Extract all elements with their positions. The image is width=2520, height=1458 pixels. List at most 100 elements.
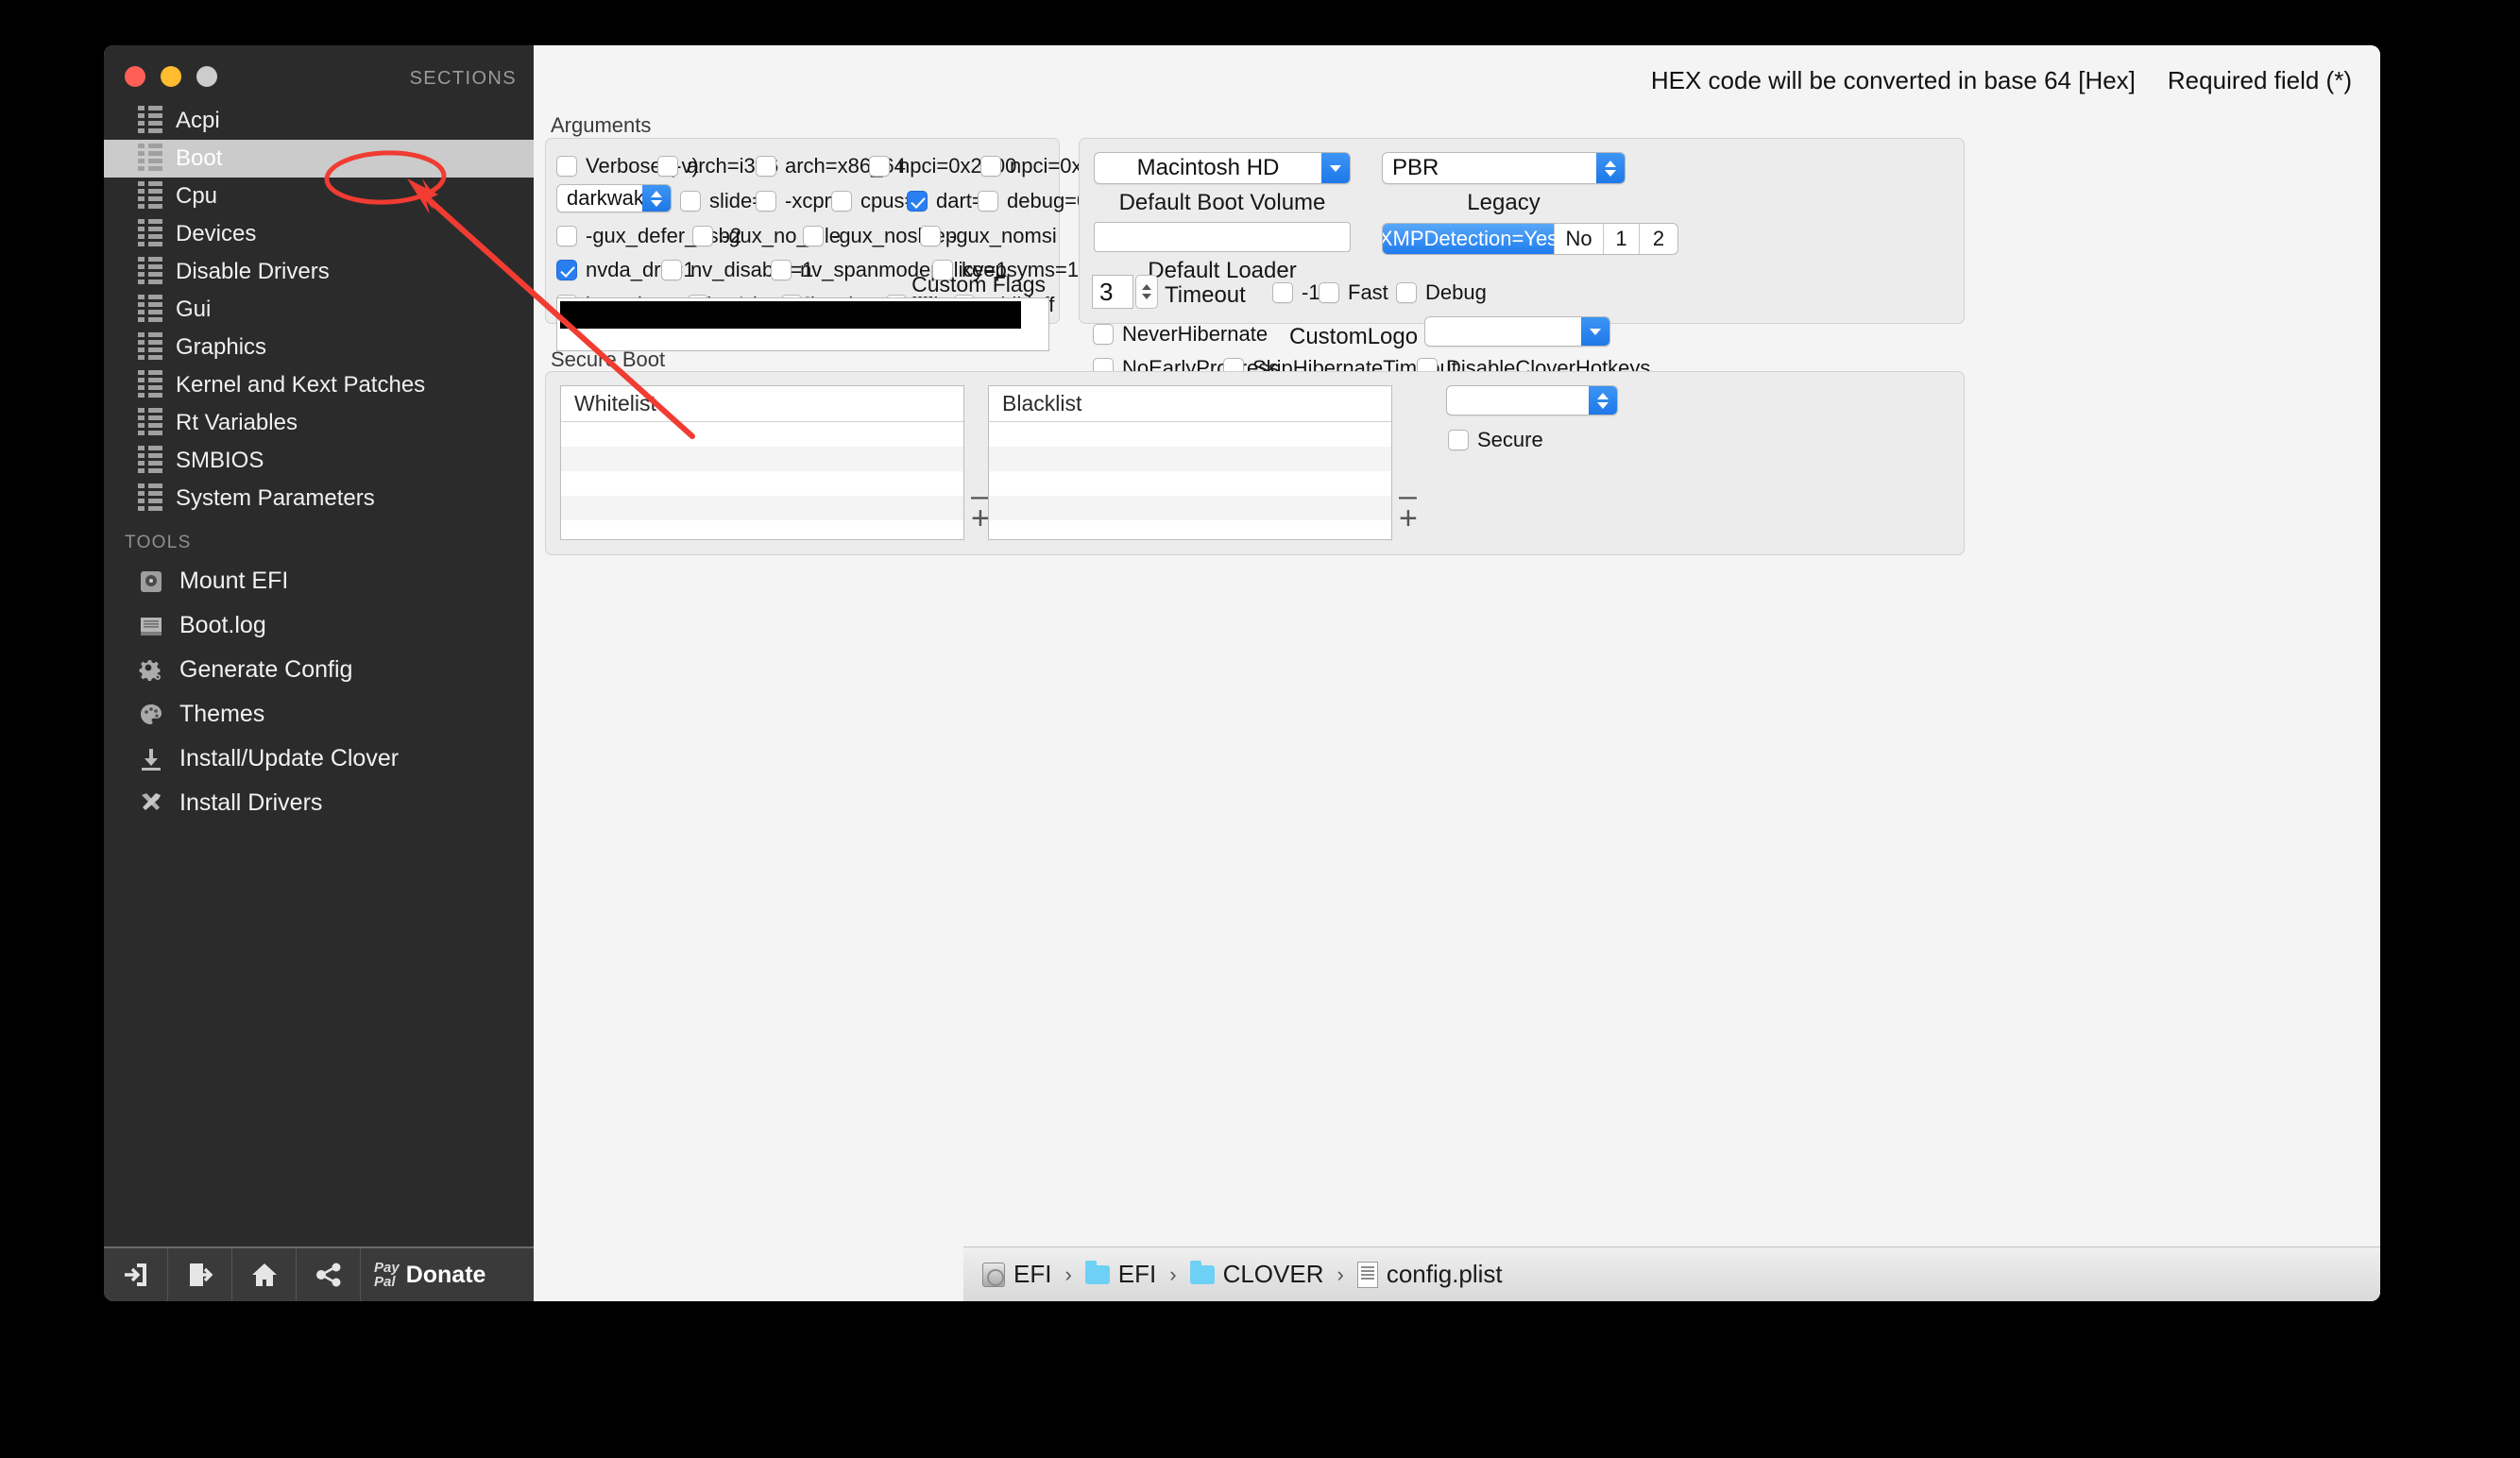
export-icon[interactable] — [168, 1247, 232, 1301]
sidebar-item-graphics[interactable]: Graphics — [104, 329, 534, 366]
sidebar-item-smbios[interactable]: SMBIOS — [104, 442, 534, 480]
custom-logo-select[interactable] — [1424, 316, 1610, 347]
default-loader-input[interactable] — [1094, 222, 1351, 252]
list-icon — [138, 257, 176, 287]
whitelist-header: Whitelist — [561, 386, 963, 422]
xmp-segment-1[interactable]: 1 — [1604, 224, 1640, 254]
sidebar-item-label: Devices — [176, 221, 257, 246]
sidebar-item-cpu[interactable]: Cpu — [104, 178, 534, 215]
custom-flags-input[interactable] — [556, 297, 1049, 351]
checkbox-box — [657, 156, 678, 177]
checkbox-box — [756, 156, 776, 177]
checkbox-box — [771, 260, 792, 280]
checkbox-box — [831, 191, 852, 212]
custom-flags-redaction — [560, 301, 1021, 329]
sidebar: SECTIONS Acpi Boot Cpu Devices Disable Drive… — [104, 45, 534, 1301]
timeout-flag-fast[interactable]: Fast — [1319, 280, 1388, 305]
argument-checkbox-xcpm[interactable]: -xcpm — [756, 189, 842, 213]
log-file-icon — [138, 613, 179, 639]
sidebar-item-acpi[interactable]: Acpi — [104, 102, 534, 140]
breadcrumb-item-config-plist[interactable]: config.plist — [1356, 1260, 1503, 1289]
darkwake-value: darkwake — [567, 186, 642, 210]
donate-label: Donate — [405, 1261, 486, 1288]
required-field-note: Required field (*) — [2167, 66, 2352, 94]
custom-flags-label: Custom Flags — [911, 272, 1046, 297]
minimize-button[interactable] — [161, 66, 181, 87]
blacklist-add-button[interactable]: + — [1399, 502, 1418, 534]
boot-options-fieldset: Macintosh HD Default Boot Volume PBR Leg… — [1079, 138, 1965, 380]
list-icon — [138, 332, 162, 363]
sidebar-item-system-parameters[interactable]: System Parameters — [104, 480, 534, 517]
default-boot-volume-value: Macintosh HD — [1136, 155, 1280, 180]
xmp-segment-no[interactable]: No — [1555, 224, 1604, 254]
list-icon — [138, 370, 176, 400]
list-icon — [138, 483, 176, 514]
secure-boot-policy-select[interactable] — [1446, 385, 1618, 415]
folder-icon — [1189, 1260, 1215, 1284]
never-hibernate-label: NeverHibernate — [1122, 322, 1269, 346]
xmp-detection-segmented-control[interactable]: XMPDetection=Yes No 1 2 — [1382, 223, 1678, 255]
tools-header: TOOLS — [125, 533, 192, 552]
download-icon — [138, 746, 179, 772]
tool-item-mount-efi[interactable]: Mount EFI — [104, 559, 534, 603]
tool-item-install-drivers[interactable]: Install Drivers — [104, 781, 534, 825]
sidebar-item-rt-variables[interactable]: Rt Variables — [104, 404, 534, 442]
breadcrumb-item-clover[interactable]: CLOVER — [1189, 1260, 1323, 1289]
list-icon — [138, 408, 162, 438]
whitelist-table[interactable]: Whitelist — [560, 385, 964, 540]
legacy-select[interactable]: PBR — [1382, 152, 1626, 184]
tool-item-themes[interactable]: Themes — [104, 692, 534, 737]
timeout-value[interactable]: 3 — [1092, 275, 1133, 309]
timeout-stepper[interactable]: 3 — [1092, 275, 1158, 309]
tool-item-label: Mount EFI — [179, 568, 289, 594]
list-icon — [138, 446, 162, 476]
argument-checkbox-gux-nomsi[interactable]: -gux_nomsi — [920, 224, 1057, 248]
list-icon — [138, 483, 162, 514]
tool-item-boot-log[interactable]: Boot.log — [104, 603, 534, 648]
blacklist-rows[interactable] — [989, 422, 1391, 539]
timeout-flag-1[interactable]: -1 — [1272, 280, 1320, 305]
status-bar: EFI › EFI › CLOVER › config.plist — [963, 1246, 2380, 1301]
tool-item-generate-config[interactable]: Generate Config — [104, 648, 534, 692]
palette-icon — [138, 702, 179, 728]
import-icon[interactable] — [104, 1247, 168, 1301]
list-icon — [138, 446, 176, 476]
home-icon[interactable] — [232, 1247, 297, 1301]
checkbox-box — [980, 156, 1001, 177]
checkbox-box — [869, 156, 890, 177]
xmp-segment-xmpdetection-yes[interactable]: XMPDetection=Yes — [1383, 224, 1558, 254]
checkbox-box — [556, 226, 577, 246]
share-icon[interactable] — [297, 1247, 361, 1301]
breadcrumb-separator: › — [1337, 1262, 1344, 1286]
whitelist-add-button[interactable]: + — [971, 502, 990, 534]
timeout-flag-debug[interactable]: Debug — [1396, 280, 1487, 305]
default-boot-volume-select[interactable]: Macintosh HD — [1094, 152, 1351, 184]
breadcrumb-item-efi[interactable]: EFI — [982, 1260, 1051, 1289]
list-icon — [138, 106, 162, 136]
zoom-button[interactable] — [196, 66, 217, 87]
sidebar-item-disable-drivers[interactable]: Disable Drivers — [104, 253, 534, 291]
sidebar-item-label: Kernel and Kext Patches — [176, 372, 426, 398]
custom-logo-label: CustomLogo — [1289, 324, 1419, 349]
header-notes: HEX code will be converted in base 64 [H… — [1651, 66, 2352, 95]
sidebar-item-label: Gui — [176, 297, 212, 322]
donate-button[interactable]: Pay Pal Donate — [361, 1247, 485, 1301]
never-hibernate-checkbox[interactable]: NeverHibernate — [1093, 322, 1268, 347]
stepper-arrows-icon[interactable] — [1135, 275, 1158, 309]
sidebar-item-gui[interactable]: Gui — [104, 291, 534, 329]
checkbox-box — [692, 226, 713, 246]
checkbox-label: Debug — [1425, 280, 1487, 304]
secure-checkbox[interactable]: Secure — [1448, 428, 1543, 452]
sidebar-item-kernel-and-kext-patches[interactable]: Kernel and Kext Patches — [104, 366, 534, 404]
sidebar-item-devices[interactable]: Devices — [104, 215, 534, 253]
tool-item-install-update-clover[interactable]: Install/Update Clover — [104, 737, 534, 781]
darkwake-select[interactable]: darkwake — [556, 184, 672, 212]
whitelist-rows[interactable] — [561, 422, 963, 539]
tool-item-label: Boot.log — [179, 612, 266, 638]
xmp-segment-2[interactable]: 2 — [1640, 224, 1677, 254]
secure-boot-fieldset: Whitelist – + Blacklist – + Secure — [545, 371, 1965, 555]
blacklist-table[interactable]: Blacklist — [988, 385, 1392, 540]
close-button[interactable] — [125, 66, 145, 87]
sidebar-item-boot[interactable]: Boot — [104, 140, 534, 178]
breadcrumb-item-efi[interactable]: EFI — [1084, 1260, 1156, 1289]
